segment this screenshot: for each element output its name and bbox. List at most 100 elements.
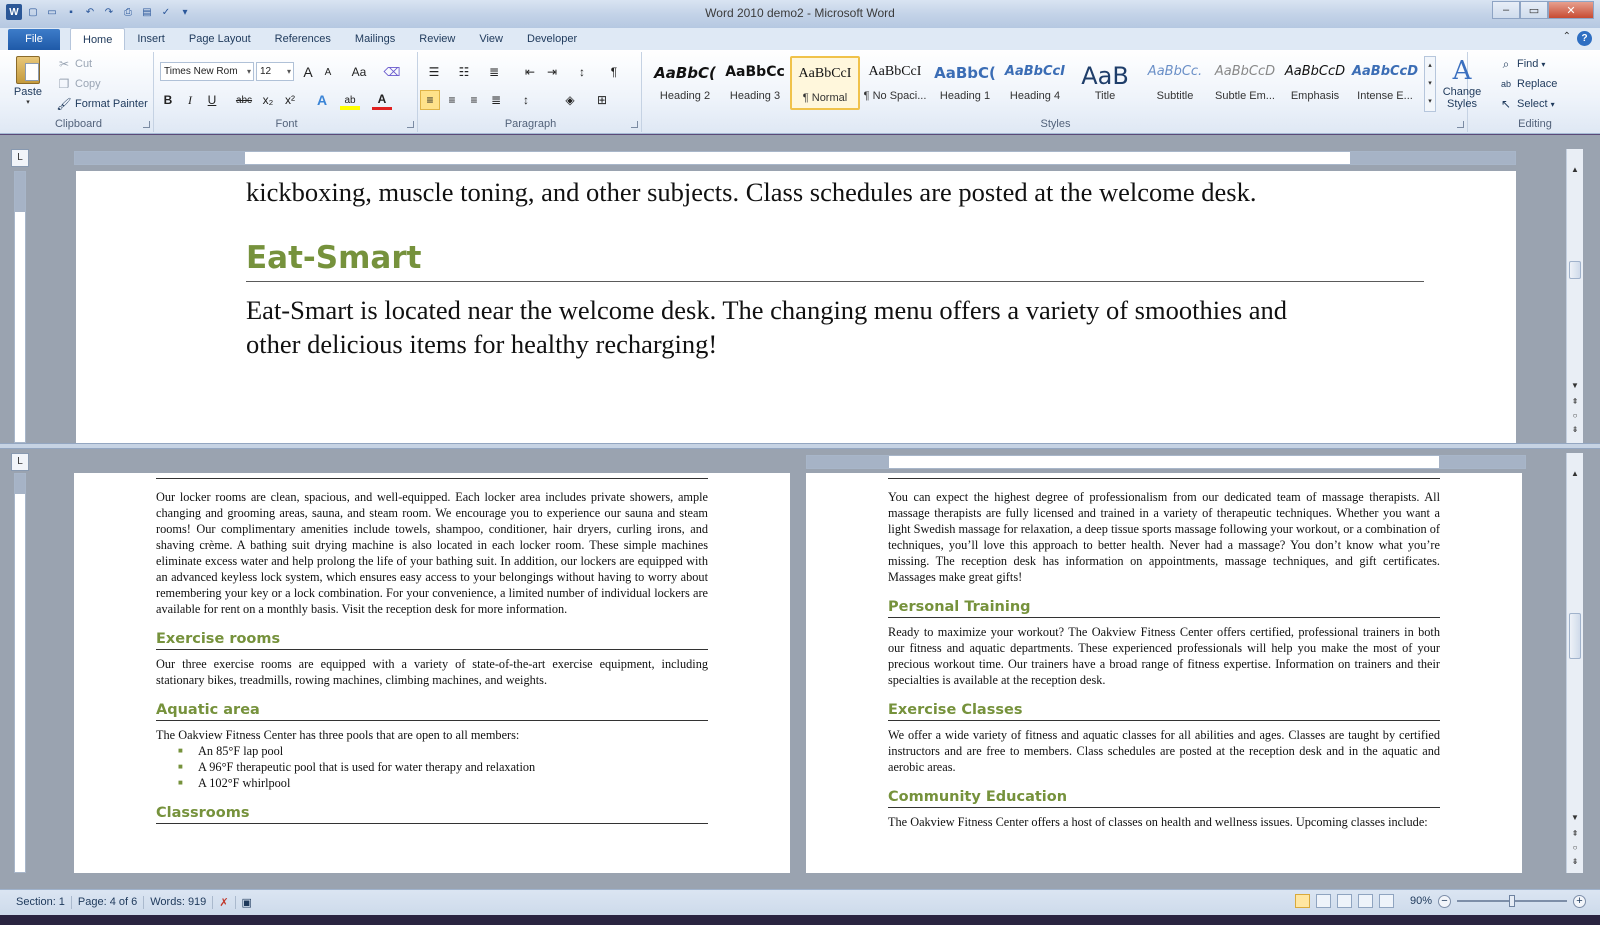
bold-button[interactable]: B xyxy=(158,90,178,110)
horizontal-ruler-bottom[interactable] xyxy=(806,455,1526,469)
style-subtitle[interactable]: AaBbCc. Subtitle xyxy=(1140,56,1210,110)
minimize-button[interactable]: ‒ xyxy=(1492,1,1520,19)
multilevel-list-button[interactable]: ≣ xyxy=(484,62,504,82)
proofing-icon[interactable]: ✗ xyxy=(213,896,236,909)
tab-references[interactable]: References xyxy=(263,28,343,50)
font-family-select[interactable]: Times New Rom ▾ xyxy=(160,62,254,81)
italic-button[interactable]: I xyxy=(180,90,200,110)
zoom-out-button[interactable]: − xyxy=(1438,894,1451,908)
scroll-thumb[interactable] xyxy=(1569,261,1581,279)
style-heading-1[interactable]: AaBbC(Heading 1 xyxy=(930,56,1000,110)
scroll-down-icon[interactable]: ▼ xyxy=(1567,813,1583,822)
tab-review[interactable]: Review xyxy=(407,28,467,50)
scroll-up-icon[interactable]: ▲ xyxy=(1567,165,1583,174)
paste-button[interactable]: Paste ▾ xyxy=(10,54,46,112)
vertical-scrollbar-top[interactable]: ▲ ▼ ⇞ ○ ⇟ xyxy=(1566,149,1583,443)
next-page-icon[interactable]: ⇟ xyxy=(1567,857,1583,866)
vertical-ruler-top[interactable] xyxy=(14,171,26,443)
draft-view-button[interactable] xyxy=(1378,894,1394,908)
grow-font-button[interactable]: A xyxy=(298,62,318,82)
text-effects-button[interactable]: A xyxy=(312,90,332,110)
tab-insert[interactable]: Insert xyxy=(125,28,177,50)
copy-button[interactable]: ❐ Copy xyxy=(56,74,148,94)
outline-view-button[interactable] xyxy=(1357,894,1373,908)
highlight-button[interactable]: ab xyxy=(340,90,360,110)
borders-button[interactable]: ⊞ xyxy=(592,90,612,110)
numbering-button[interactable]: ☷ xyxy=(454,62,474,82)
font-size-select[interactable]: 12 ▾ xyxy=(256,62,294,81)
increase-indent-button[interactable]: ⇥ xyxy=(542,62,562,82)
styles-dialog-launcher-icon[interactable] xyxy=(1457,121,1464,128)
scroll-down-icon[interactable]: ▼ xyxy=(1567,381,1583,390)
style-emphasis[interactable]: AaBbCcD Emphasis xyxy=(1280,56,1350,110)
style-heading-4[interactable]: AaBbCcI Heading 4 xyxy=(1000,56,1070,110)
tab-view[interactable]: View xyxy=(467,28,515,50)
subscript-button[interactable]: x₂ xyxy=(258,90,278,110)
zoom-slider-knob[interactable] xyxy=(1509,895,1515,907)
line-spacing-button[interactable]: ↕ xyxy=(516,90,536,110)
find-button[interactable]: ⌕ Find ▾ xyxy=(1498,54,1557,74)
zoom-in-button[interactable]: + xyxy=(1573,894,1586,908)
maximize-button[interactable]: ▭ xyxy=(1520,1,1548,19)
change-styles-button[interactable]: A Change Styles xyxy=(1440,56,1484,116)
print-layout-view-button[interactable] xyxy=(1294,894,1310,908)
clipboard-dialog-launcher-icon[interactable] xyxy=(143,121,150,128)
status-page[interactable]: Page: 4 of 6 xyxy=(72,896,145,909)
shading-button[interactable]: ◈ xyxy=(560,90,580,110)
select-button[interactable]: ↖ Select ▾ xyxy=(1498,94,1557,114)
style-normal[interactable]: AaBbCcI ¶ Normal xyxy=(790,56,860,110)
tab-selector-bottom[interactable]: L xyxy=(11,453,29,471)
show-marks-button[interactable]: ¶ xyxy=(604,62,624,82)
change-case-button[interactable]: Aa xyxy=(346,62,372,82)
font-dialog-launcher-icon[interactable] xyxy=(407,121,414,128)
strikethrough-button[interactable]: abc xyxy=(234,90,254,110)
vertical-ruler-bottom[interactable] xyxy=(14,473,26,873)
status-section[interactable]: Section: 1 xyxy=(10,896,72,909)
prev-page-icon[interactable]: ⇞ xyxy=(1567,397,1583,406)
style-heading-3[interactable]: AaBbCc Heading 3 xyxy=(720,56,790,110)
bullets-button[interactable]: ☰ xyxy=(424,62,444,82)
scroll-thumb[interactable] xyxy=(1569,613,1581,659)
tab-mailings[interactable]: Mailings xyxy=(343,28,407,50)
zoom-slider[interactable] xyxy=(1457,895,1567,907)
paragraph-dialog-launcher-icon[interactable] xyxy=(631,121,638,128)
macro-record-icon[interactable]: ▣ xyxy=(236,896,258,909)
style-no-spacing[interactable]: AaBbCcI ¶ No Spaci... xyxy=(860,56,930,110)
align-left-button[interactable]: ≡ xyxy=(420,90,440,110)
style-title[interactable]: AaB Title xyxy=(1070,56,1140,110)
style-heading-2[interactable]: AaBbC(Heading 2 xyxy=(650,56,720,110)
zoom-level[interactable]: 90% xyxy=(1410,895,1432,907)
status-words[interactable]: Words: 919 xyxy=(144,896,214,909)
close-button[interactable]: ✕ xyxy=(1548,1,1594,19)
replace-button[interactable]: ab Replace xyxy=(1498,74,1557,94)
superscript-button[interactable]: x² xyxy=(280,90,300,110)
styles-gallery-scroll[interactable]: ▴ ▾ ▾ xyxy=(1424,56,1436,112)
tab-file[interactable]: File xyxy=(8,29,60,50)
tab-home[interactable]: Home xyxy=(70,28,126,50)
clear-formatting-button[interactable]: ⌫ xyxy=(382,62,402,82)
web-layout-view-button[interactable] xyxy=(1336,894,1352,908)
align-right-button[interactable]: ≡ xyxy=(464,90,484,110)
cut-button[interactable]: ✂ Cut xyxy=(56,54,148,74)
shrink-font-button[interactable]: A xyxy=(318,62,338,82)
help-icon[interactable]: ? xyxy=(1577,31,1592,46)
sort-button[interactable]: ↕ xyxy=(572,62,592,82)
scroll-up-icon[interactable]: ▲ xyxy=(1567,469,1583,478)
underline-button[interactable]: U xyxy=(202,90,222,110)
browse-object-icon[interactable]: ○ xyxy=(1567,843,1583,852)
justify-button[interactable]: ≣ xyxy=(486,90,506,110)
font-color-button[interactable]: A xyxy=(372,90,392,110)
next-page-icon[interactable]: ⇟ xyxy=(1567,425,1583,434)
format-painter-button[interactable]: 🖌 Format Painter xyxy=(56,94,147,114)
browse-object-icon[interactable]: ○ xyxy=(1567,411,1583,420)
tab-page-layout[interactable]: Page Layout xyxy=(177,28,263,50)
style-intense-emphasis[interactable]: AaBbCcD Intense E... xyxy=(1350,56,1420,110)
horizontal-ruler-top[interactable] xyxy=(74,151,1516,165)
minimize-ribbon-icon[interactable]: ⌃ xyxy=(1563,31,1571,46)
full-screen-reading-view-button[interactable] xyxy=(1315,894,1331,908)
tab-selector-top[interactable]: L xyxy=(11,149,29,167)
prev-page-icon[interactable]: ⇞ xyxy=(1567,829,1583,838)
style-subtle-emphasis[interactable]: AaBbCcD Subtle Em... xyxy=(1210,56,1280,110)
align-center-button[interactable]: ≡ xyxy=(442,90,462,110)
decrease-indent-button[interactable]: ⇤ xyxy=(520,62,540,82)
